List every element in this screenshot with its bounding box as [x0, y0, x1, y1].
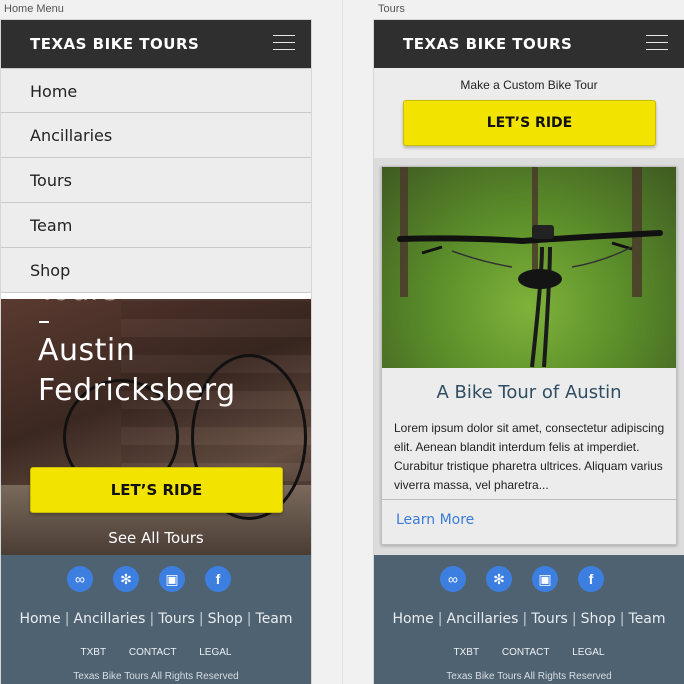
tour-card-image [382, 167, 676, 368]
footer-separator: | [149, 611, 155, 627]
site-header: TEXAS BIKE TOURS [1, 20, 311, 68]
yelp-icon[interactable]: ✻ [113, 566, 139, 592]
footer-link-contact[interactable]: CONTACT [129, 647, 177, 658]
tripadvisor-icon[interactable]: ∞ [440, 566, 466, 592]
footer-separator: | [522, 611, 528, 627]
hero-section: Tours Austin Fedricksberg LET’S RIDE See… [1, 299, 311, 555]
copyright-text: Texas Bike Tours All Rights Reserved [73, 671, 239, 682]
menu-item-home[interactable]: Home [1, 68, 311, 113]
site-footer: ∞ ✻ ▣ f Home | Ancillaries | Tours | Shop | Team… [374, 555, 684, 684]
footer-nav: Home | Ancillaries | Tours | Shop | Team [1, 611, 311, 627]
hamburger-menu-icon[interactable] [646, 33, 668, 53]
footer-separator: | [571, 611, 577, 627]
footer-link-home[interactable]: Home [392, 611, 433, 627]
bicycle-handlebar-illustration [397, 225, 663, 368]
footer-link-tours[interactable]: Tours [531, 611, 568, 627]
brand-logo[interactable]: TEXAS BIKE TOURS [30, 35, 199, 53]
footer-link-txbt[interactable]: TXBT [81, 647, 107, 658]
site-footer: ∞ ✻ ▣ f Home | Ancillaries | Tours | Shop | Team… [1, 555, 311, 684]
menu-item-tours[interactable]: Tours [1, 158, 311, 203]
copyright-text: Texas Bike Tours All Rights Reserved [446, 671, 612, 682]
learn-more-link[interactable]: Learn More [396, 512, 474, 528]
facebook-icon[interactable]: f [205, 566, 231, 592]
footer-link-contact[interactable]: CONTACT [502, 647, 550, 658]
artboard-label-tours: Tours [378, 3, 405, 15]
footer-separator: | [619, 611, 625, 627]
tripadvisor-icon[interactable]: ∞ [67, 566, 93, 592]
menu-item-team[interactable]: Team [1, 203, 311, 248]
footer-small-links: TXBT CONTACT LEGAL [1, 647, 311, 658]
custom-tour-label: Make a Custom Bike Tour [460, 78, 598, 92]
footer-link-legal[interactable]: LEGAL [572, 647, 604, 658]
hero-line-fredericksburg: Fedricksberg [38, 373, 236, 408]
footer-link-team[interactable]: Team [256, 611, 293, 627]
brand-logo[interactable]: TEXAS BIKE TOURS [403, 35, 572, 53]
tour-card-description: Lorem ipsum dolor sit amet, consectetur … [394, 421, 665, 492]
tours-screen: TEXAS BIKE TOURS Make a Custom Bike Tour… [374, 20, 684, 684]
home-menu-screen: TEXAS BIKE TOURS Tours Austin Fedricksbe… [1, 20, 311, 684]
lets-ride-button[interactable]: LET’S RIDE [30, 467, 283, 513]
footer-link-ancillaries[interactable]: Ancillaries [447, 611, 519, 627]
instagram-icon[interactable]: ▣ [159, 566, 185, 592]
facebook-icon[interactable]: f [578, 566, 604, 592]
footer-link-txbt[interactable]: TXBT [454, 647, 480, 658]
footer-link-team[interactable]: Team [629, 611, 666, 627]
hero-partial-text: Tours [38, 299, 119, 308]
footer-link-home[interactable]: Home [19, 611, 60, 627]
card-divider [382, 499, 676, 500]
tour-card-title: A Bike Tour of Austin [436, 382, 622, 403]
footer-separator: | [64, 611, 70, 627]
footer-link-legal[interactable]: LEGAL [199, 647, 231, 658]
footer-link-shop[interactable]: Shop [208, 611, 243, 627]
menu-item-ancillaries[interactable]: Ancillaries [1, 113, 311, 158]
footer-separator: | [198, 611, 204, 627]
tour-card: A Bike Tour of Austin Lorem ipsum dolor … [381, 166, 677, 545]
footer-link-shop[interactable]: Shop [581, 611, 616, 627]
hero-dash [39, 321, 49, 323]
site-header: TEXAS BIKE TOURS [374, 20, 684, 68]
nav-menu: Home Ancillaries Tours Team Shop [1, 68, 311, 293]
see-all-tours-link[interactable]: See All Tours [1, 529, 311, 547]
footer-nav: Home | Ancillaries | Tours | Shop | Team [374, 611, 684, 627]
menu-item-shop[interactable]: Shop [1, 248, 311, 293]
lets-ride-button[interactable]: LET’S RIDE [403, 100, 656, 146]
custom-tour-band: Make a Custom Bike Tour LET’S RIDE [374, 68, 684, 158]
footer-small-links: TXBT CONTACT LEGAL [374, 647, 684, 658]
footer-link-ancillaries[interactable]: Ancillaries [74, 611, 146, 627]
instagram-icon[interactable]: ▣ [532, 566, 558, 592]
artboard-divider [342, 0, 343, 684]
hamburger-menu-icon[interactable] [273, 33, 295, 53]
footer-link-tours[interactable]: Tours [158, 611, 195, 627]
artboard-label-home-menu: Home Menu [4, 3, 64, 15]
footer-separator: | [246, 611, 252, 627]
hero-line-austin: Austin [38, 333, 136, 368]
footer-separator: | [437, 611, 443, 627]
yelp-icon[interactable]: ✻ [486, 566, 512, 592]
